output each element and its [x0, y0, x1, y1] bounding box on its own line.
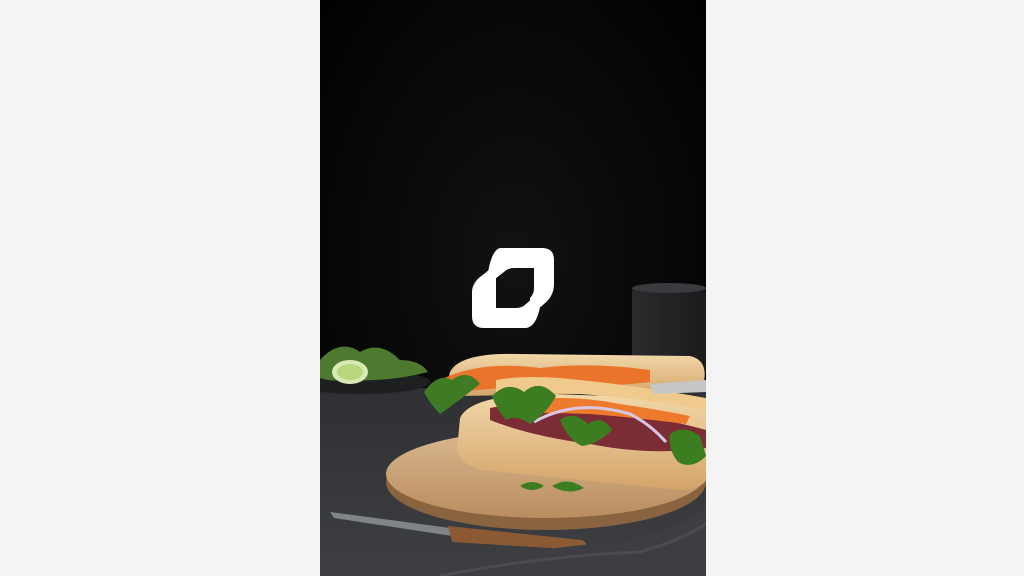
media-viewer [0, 0, 1024, 576]
brand-logo-icon [470, 246, 556, 332]
cup-rim [632, 283, 706, 293]
